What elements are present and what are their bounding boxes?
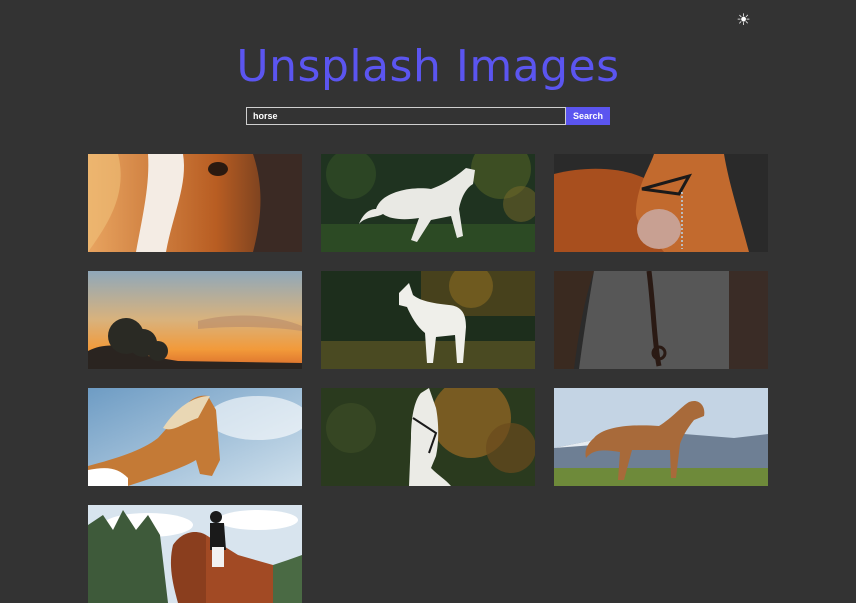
image-result[interactable] — [88, 388, 302, 486]
image-result[interactable] — [88, 505, 302, 603]
image-grid — [88, 154, 768, 603]
image-result[interactable] — [554, 388, 768, 486]
page-title: Unsplash Images — [236, 41, 620, 92]
image-result[interactable] — [88, 271, 302, 369]
search-input[interactable] — [246, 107, 566, 125]
image-result[interactable] — [554, 154, 768, 252]
image-result[interactable] — [554, 271, 768, 369]
image-result[interactable] — [321, 154, 535, 252]
image-result[interactable] — [321, 271, 535, 369]
image-result[interactable] — [88, 154, 302, 252]
image-result[interactable] — [321, 388, 535, 486]
theme-toggle-sun-icon[interactable]: ☀ — [735, 11, 752, 28]
search-button[interactable]: Search — [566, 107, 610, 125]
